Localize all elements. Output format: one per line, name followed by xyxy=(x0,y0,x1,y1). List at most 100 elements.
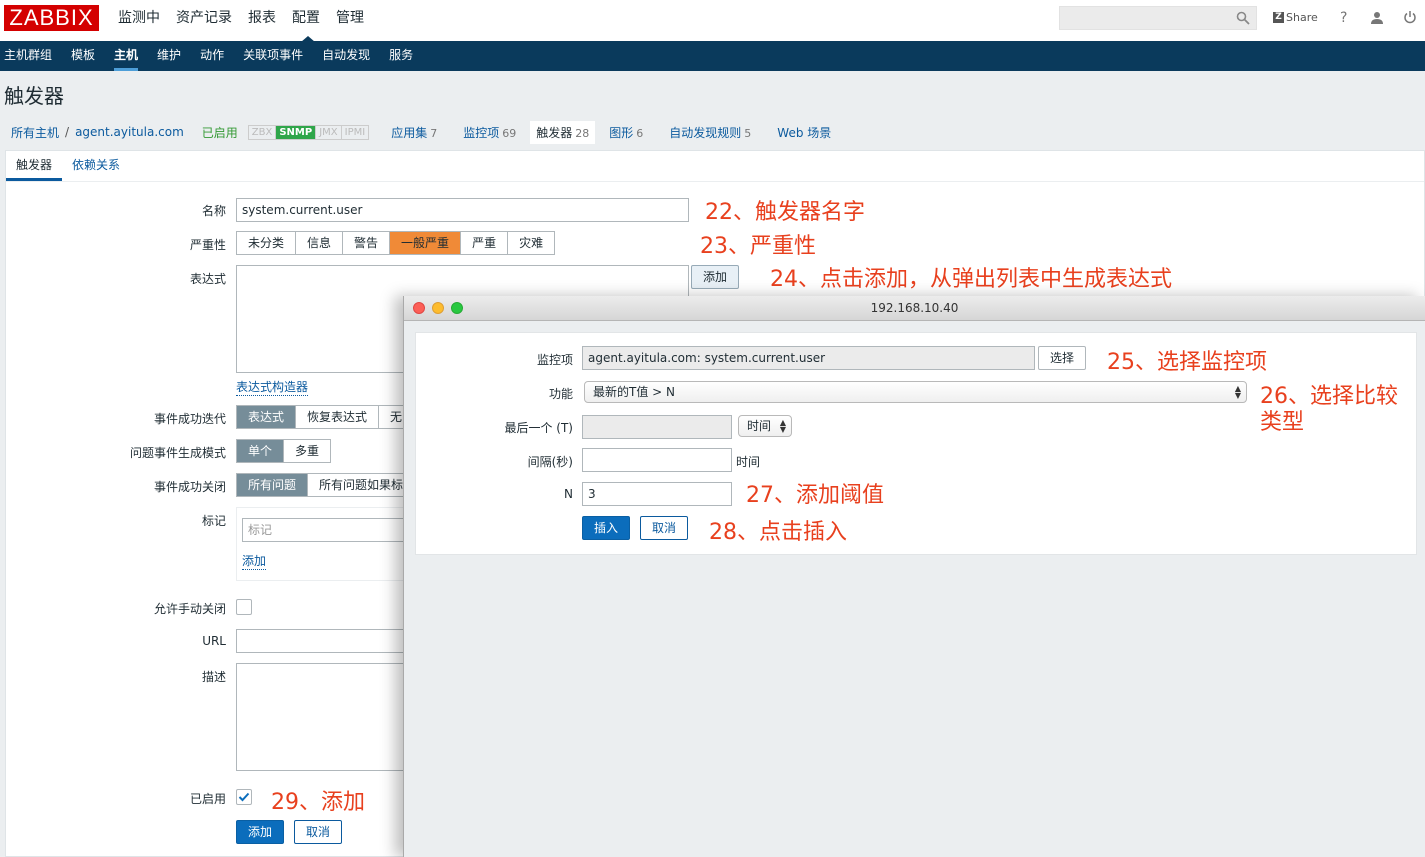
breadcrumb-separator: / xyxy=(65,125,70,139)
severity-not-classified[interactable]: 未分类 xyxy=(237,232,297,254)
manual-close-checkbox[interactable] xyxy=(236,599,252,615)
tab-label: 应用集 xyxy=(391,125,428,140)
tags-label: 标记 xyxy=(201,514,226,528)
nav-administration[interactable]: 管理 xyxy=(336,0,374,41)
badge-zbx: ZBX xyxy=(249,125,277,139)
badge-jmx: JMX xyxy=(316,125,342,139)
badge-ipmi: IPMI xyxy=(344,126,366,138)
tab-count: 6 xyxy=(636,126,644,140)
subnav-templates[interactable]: 模板 xyxy=(71,41,95,71)
enabled-label: 已启用 xyxy=(189,792,226,806)
search-icon[interactable] xyxy=(1236,11,1250,25)
host-tab-web[interactable]: Web 场景 xyxy=(771,121,837,144)
insert-button[interactable]: 插入 xyxy=(582,516,630,540)
n-input[interactable]: 3 xyxy=(582,482,732,506)
annotation-23: 23、严重性 xyxy=(700,234,816,259)
form-tabs: 触发器 依赖关系 xyxy=(6,151,1424,182)
tag-add-link[interactable]: 添加 xyxy=(242,552,267,570)
expression-label: 表达式 xyxy=(189,272,226,286)
tab-count: 7 xyxy=(430,126,438,140)
host-tab-graphs[interactable]: 图形 6 xyxy=(603,121,649,144)
tab-label: 监控项 xyxy=(463,125,500,140)
share-button[interactable]: Z Share xyxy=(1273,11,1318,24)
tab-dependencies[interactable]: 依赖关系 xyxy=(62,151,130,181)
expression-builder-link[interactable]: 表达式构造器 xyxy=(236,378,309,396)
subnav-maintenance[interactable]: 维护 xyxy=(157,41,181,71)
severity-label: 严重性 xyxy=(189,238,226,252)
nav-monitoring[interactable]: 监测中 xyxy=(118,0,170,41)
item-input[interactable]: agent.ayitula.com: system.current.user xyxy=(582,346,1035,370)
top-bar: ZABBIX 监测中 资产记录 报表 配置 管理 Z Share ? xyxy=(0,0,1425,42)
subnav-correlation[interactable]: 关联项事件 xyxy=(243,41,303,71)
last-t-input[interactable] xyxy=(582,415,732,439)
time-unit-value: 时间 xyxy=(747,419,772,433)
select-arrows-icon: ▲ ▼ xyxy=(1234,384,1241,400)
host-tab-discovery-rules[interactable]: 自动发现规则 5 xyxy=(663,121,757,144)
popup-titlebar[interactable]: 192.168.10.40 xyxy=(404,296,1425,321)
zabbix-share-icon: Z xyxy=(1273,12,1284,23)
host-tab-items[interactable]: 监控项 69 xyxy=(457,121,522,144)
tab-count: 69 xyxy=(502,126,517,140)
ok-close-all-problems[interactable]: 所有问题 xyxy=(237,474,309,496)
item-label: 监控项 xyxy=(536,353,573,367)
breadcrumb-all-hosts[interactable]: 所有主机 xyxy=(11,124,59,141)
breadcrumb-host[interactable]: agent.ayitula.com xyxy=(75,125,184,139)
popup-cancel-button[interactable]: 取消 xyxy=(640,516,688,540)
severity-disaster[interactable]: 灾难 xyxy=(508,232,555,254)
popup-title: 192.168.10.40 xyxy=(870,301,959,315)
page-title: 触发器 xyxy=(4,84,64,108)
trigger-name-input[interactable]: system.current.user xyxy=(236,198,689,222)
problem-mode-multiple[interactable]: 多重 xyxy=(284,440,331,462)
availability-badges: ZBX SNMP JMX IPMI xyxy=(247,124,370,140)
subnav-hosts[interactable]: 主机 xyxy=(114,41,139,71)
severity-warning[interactable]: 警告 xyxy=(343,232,391,254)
nav-configuration[interactable]: 配置 xyxy=(292,0,330,42)
share-label: Share xyxy=(1286,11,1318,24)
severity-high[interactable]: 严重 xyxy=(461,232,509,254)
annotation-27: 27、添加阈值 xyxy=(746,483,884,508)
annotation-28: 28、点击插入 xyxy=(709,520,847,545)
ok-event-generation-label: 事件成功迭代 xyxy=(153,412,226,426)
nav-inventory[interactable]: 资产记录 xyxy=(176,0,242,41)
subnav-host-groups[interactable]: 主机群组 xyxy=(4,41,52,71)
logout-icon[interactable] xyxy=(1403,10,1417,24)
annotation-29: 29、添加 xyxy=(271,790,365,815)
time-unit-select[interactable]: 时间 ▲ ▼ xyxy=(738,415,792,437)
problem-mode-single[interactable]: 单个 xyxy=(237,440,285,462)
add-trigger-button[interactable]: 添加 xyxy=(236,820,284,844)
host-tab-triggers[interactable]: 触发器 28 xyxy=(530,120,596,144)
enabled-checkbox[interactable] xyxy=(236,789,252,805)
name-label: 名称 xyxy=(201,204,226,218)
function-select[interactable]: 最新的T值 > N ▲ ▼ xyxy=(584,381,1247,403)
manual-close-label: 允许手动关闭 xyxy=(153,602,226,616)
interval-input[interactable] xyxy=(582,448,732,472)
n-label: N xyxy=(564,487,573,501)
severity-information[interactable]: 信息 xyxy=(296,232,344,254)
subnav-actions[interactable]: 动作 xyxy=(200,41,224,71)
badge-snmp: SNMP xyxy=(276,125,317,139)
expression-add-button[interactable]: 添加 xyxy=(691,265,739,289)
subnav-discovery[interactable]: 自动发现 xyxy=(322,41,370,71)
tab-count: 5 xyxy=(744,126,752,140)
tab-trigger[interactable]: 触发器 xyxy=(6,151,63,181)
tab-label: 图形 xyxy=(609,125,634,140)
tab-label: 自动发现规则 xyxy=(669,125,742,140)
subnav-services[interactable]: 服务 xyxy=(389,41,413,71)
function-label: 功能 xyxy=(548,387,573,401)
select-arrows-icon: ▲ ▼ xyxy=(779,418,786,434)
host-tab-applications[interactable]: 应用集 7 xyxy=(385,121,443,144)
url-label: URL xyxy=(202,634,226,648)
global-search-input[interactable] xyxy=(1059,6,1257,30)
severity-average[interactable]: 一般严重 xyxy=(390,232,462,254)
checkmark-icon xyxy=(238,792,250,802)
interval-label: 间隔(秒) xyxy=(527,455,573,469)
nav-reports[interactable]: 报表 xyxy=(248,0,286,41)
ok-gen-expression[interactable]: 表达式 xyxy=(237,406,297,428)
help-icon[interactable]: ? xyxy=(1340,10,1347,26)
tab-count: 28 xyxy=(575,126,590,140)
cancel-button[interactable]: 取消 xyxy=(294,820,342,844)
select-item-button[interactable]: 选择 xyxy=(1038,346,1086,370)
user-profile-icon[interactable] xyxy=(1370,11,1384,25)
host-status[interactable]: 已启用 xyxy=(202,124,238,141)
zabbix-logo[interactable]: ZABBIX xyxy=(4,5,99,31)
